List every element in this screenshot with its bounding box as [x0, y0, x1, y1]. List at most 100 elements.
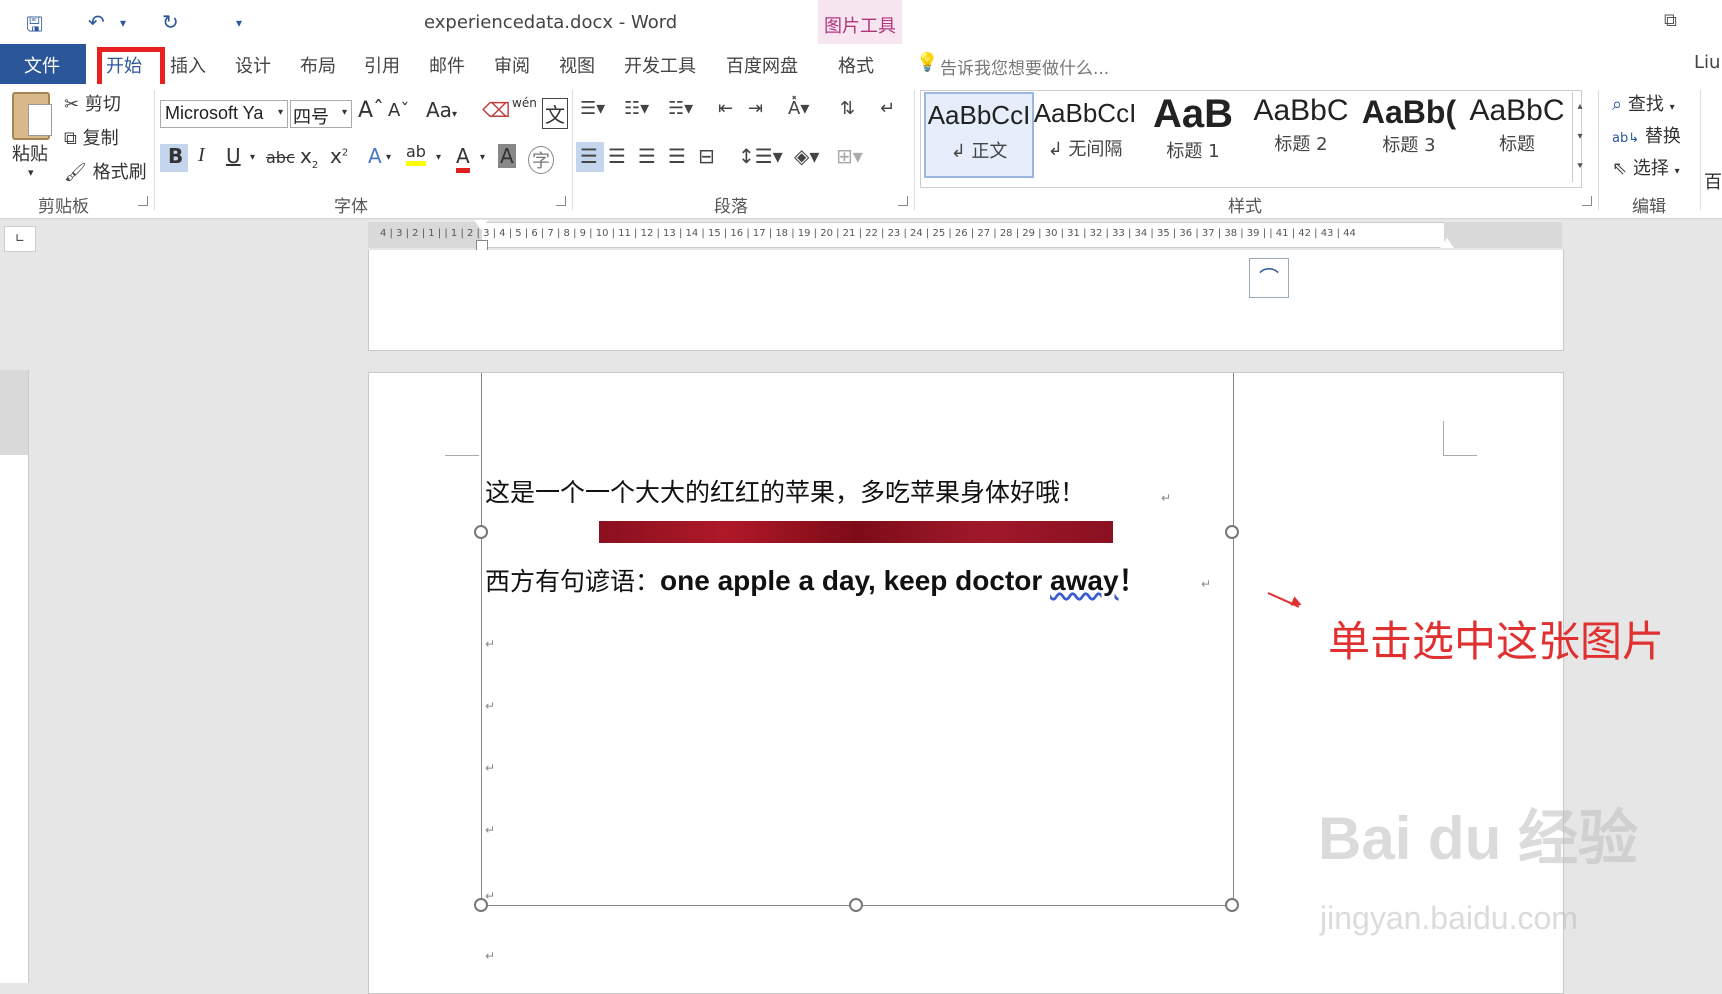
- change-case-button[interactable]: Aa▾: [426, 98, 457, 122]
- style-heading-3[interactable]: AaBb( 标题 3: [1356, 92, 1462, 174]
- vertical-ruler[interactable]: [0, 370, 29, 983]
- clipboard-launcher-icon[interactable]: [138, 196, 148, 206]
- borders-icon[interactable]: ⊞▾: [836, 144, 863, 168]
- align-center-icon[interactable]: ☰: [608, 144, 626, 168]
- superscript-button[interactable]: x2: [330, 144, 348, 168]
- text-effects-icon[interactable]: A: [368, 144, 382, 168]
- tab-view[interactable]: 视图: [559, 52, 595, 78]
- paragraph-launcher-icon[interactable]: [898, 196, 908, 206]
- resize-handle-bottom-right[interactable]: [1225, 898, 1239, 912]
- italic-button[interactable]: I: [198, 144, 205, 167]
- resize-handle-bottom[interactable]: [849, 898, 863, 912]
- style-no-spacing[interactable]: AaBbCcI ↲ 无间隔: [1032, 92, 1138, 174]
- copy-button[interactable]: ⧉ 复制: [64, 124, 119, 150]
- enclose-characters-icon[interactable]: 字: [528, 146, 554, 174]
- tab-file[interactable]: 文件: [0, 44, 86, 84]
- bullets-icon[interactable]: ☰▾: [580, 98, 605, 119]
- font-size-select[interactable]: 四号 ▾: [290, 100, 352, 128]
- clear-formatting-icon[interactable]: ⌫: [482, 98, 510, 122]
- style-sample: AaBbC: [1469, 94, 1565, 127]
- align-right-icon[interactable]: ☰: [638, 144, 656, 168]
- underline-button[interactable]: U: [226, 144, 241, 168]
- cut-label: 剪切: [84, 94, 121, 115]
- tell-me-input[interactable]: 告诉我您想要做什么...: [940, 54, 1109, 79]
- baidu-cutoff-label[interactable]: 百: [1704, 168, 1722, 194]
- numbering-icon[interactable]: ☷▾: [624, 98, 649, 119]
- tab-layout[interactable]: 布局: [300, 52, 336, 78]
- chevron-up-icon[interactable]: ▴: [1573, 92, 1587, 122]
- bold-button[interactable]: B: [168, 144, 183, 168]
- phonetic-guide-button[interactable]: wén: [512, 96, 537, 110]
- style-sample: AaBb(: [1361, 94, 1457, 130]
- increase-indent-icon[interactable]: ⇥: [748, 98, 763, 119]
- resize-handle-left[interactable]: [474, 525, 488, 539]
- strikethrough-button[interactable]: abc: [266, 148, 295, 167]
- find-button[interactable]: ⌕ 查找 ▾: [1612, 90, 1675, 116]
- tab-design[interactable]: 设计: [235, 52, 271, 78]
- save-icon[interactable]: 🖫: [26, 10, 43, 44]
- shading-icon[interactable]: ◈▾: [794, 144, 819, 168]
- user-name[interactable]: Liu,: [1694, 52, 1722, 73]
- apple-image[interactable]: [599, 521, 1113, 543]
- grow-font-icon[interactable]: Aˆ: [358, 98, 384, 123]
- image-selection-frame[interactable]: [481, 373, 1234, 906]
- tab-selector[interactable]: ∟: [4, 226, 36, 252]
- underline-dropdown-icon[interactable]: ▾: [250, 152, 255, 163]
- align-left-icon[interactable]: ☰: [580, 144, 598, 168]
- multilevel-list-icon[interactable]: ☵▾: [668, 98, 693, 119]
- redo-icon[interactable]: ↻: [162, 10, 179, 34]
- tab-format[interactable]: 格式: [838, 52, 874, 78]
- resize-handle-right[interactable]: [1225, 525, 1239, 539]
- font-name-select[interactable]: Microsoft Ya ▾: [160, 100, 288, 128]
- undo-icon[interactable]: ↶: [88, 10, 105, 34]
- font-color-icon[interactable]: A: [456, 144, 470, 173]
- sort-icon[interactable]: ⇅: [840, 98, 855, 119]
- right-indent-marker[interactable]: [1440, 238, 1454, 248]
- styles-launcher-icon[interactable]: [1582, 196, 1592, 206]
- first-line-indent-marker[interactable]: [474, 220, 488, 230]
- tab-insert[interactable]: 插入: [170, 52, 206, 78]
- character-shading-icon[interactable]: A: [498, 144, 516, 168]
- font-launcher-icon[interactable]: [556, 196, 566, 206]
- chevron-down-icon[interactable]: ▾: [1573, 122, 1587, 152]
- tab-review[interactable]: 审阅: [494, 52, 530, 78]
- line-spacing-icon[interactable]: ↕☰▾: [738, 144, 783, 168]
- chevron-down-icon[interactable]: ▾: [436, 152, 441, 163]
- subscript-button[interactable]: x2: [300, 144, 318, 171]
- character-border-button[interactable]: 文: [542, 98, 568, 129]
- select-button[interactable]: ⇖ 选择 ▾: [1612, 154, 1680, 180]
- decrease-indent-icon[interactable]: ⇤: [718, 98, 733, 119]
- tab-references[interactable]: 引用: [364, 52, 400, 78]
- style-normal[interactable]: AaBbCcI ↲ 正文: [924, 92, 1034, 178]
- distributed-icon[interactable]: ⊟: [698, 144, 715, 168]
- chevron-down-icon[interactable]: ▾: [386, 152, 391, 163]
- line2-english: one apple a day, keep doctor: [660, 565, 1051, 596]
- style-title[interactable]: AaBbC 标题: [1464, 92, 1570, 174]
- more-styles-icon[interactable]: ⯆: [1573, 152, 1587, 182]
- tab-baidu-netdisk[interactable]: 百度网盘: [726, 52, 798, 78]
- tab-mailings[interactable]: 邮件: [429, 52, 465, 78]
- style-heading-1[interactable]: AaB 标题 1: [1140, 92, 1246, 174]
- styles-scroll[interactable]: ▴ ▾ ⯆: [1572, 92, 1587, 182]
- resize-handle-bottom-left[interactable]: [474, 898, 488, 912]
- customize-qat-icon[interactable]: ▾: [236, 16, 242, 30]
- tab-developer[interactable]: 开发工具: [624, 52, 696, 78]
- paste-label[interactable]: 粘贴: [12, 140, 48, 166]
- paragraph-mark: ↵: [1201, 577, 1212, 591]
- shrink-font-icon[interactable]: Aˇ: [388, 100, 409, 121]
- paste-dropdown-icon[interactable]: ▾: [28, 166, 34, 179]
- cut-button[interactable]: ✂ 剪切: [64, 90, 121, 116]
- format-painter-button[interactable]: 🖌 格式刷: [64, 158, 147, 184]
- chevron-down-icon[interactable]: ▾: [480, 152, 485, 163]
- justify-icon[interactable]: ☰: [668, 144, 686, 168]
- layout-options-icon[interactable]: ⌒: [1249, 258, 1289, 298]
- replace-button[interactable]: ab↳ 替换: [1612, 122, 1681, 148]
- chinese-layout-icon[interactable]: A̽▾: [788, 98, 809, 119]
- show-marks-icon[interactable]: ↵: [880, 98, 895, 119]
- undo-dropdown-icon[interactable]: ▾: [120, 16, 126, 30]
- ribbon-display-icon[interactable]: ⧉: [1664, 10, 1677, 31]
- highlight-color-icon[interactable]: ab: [406, 142, 426, 166]
- margin-mark-right: [1443, 421, 1444, 455]
- divider: [572, 90, 573, 210]
- style-heading-2[interactable]: AaBbC 标题 2: [1248, 92, 1354, 174]
